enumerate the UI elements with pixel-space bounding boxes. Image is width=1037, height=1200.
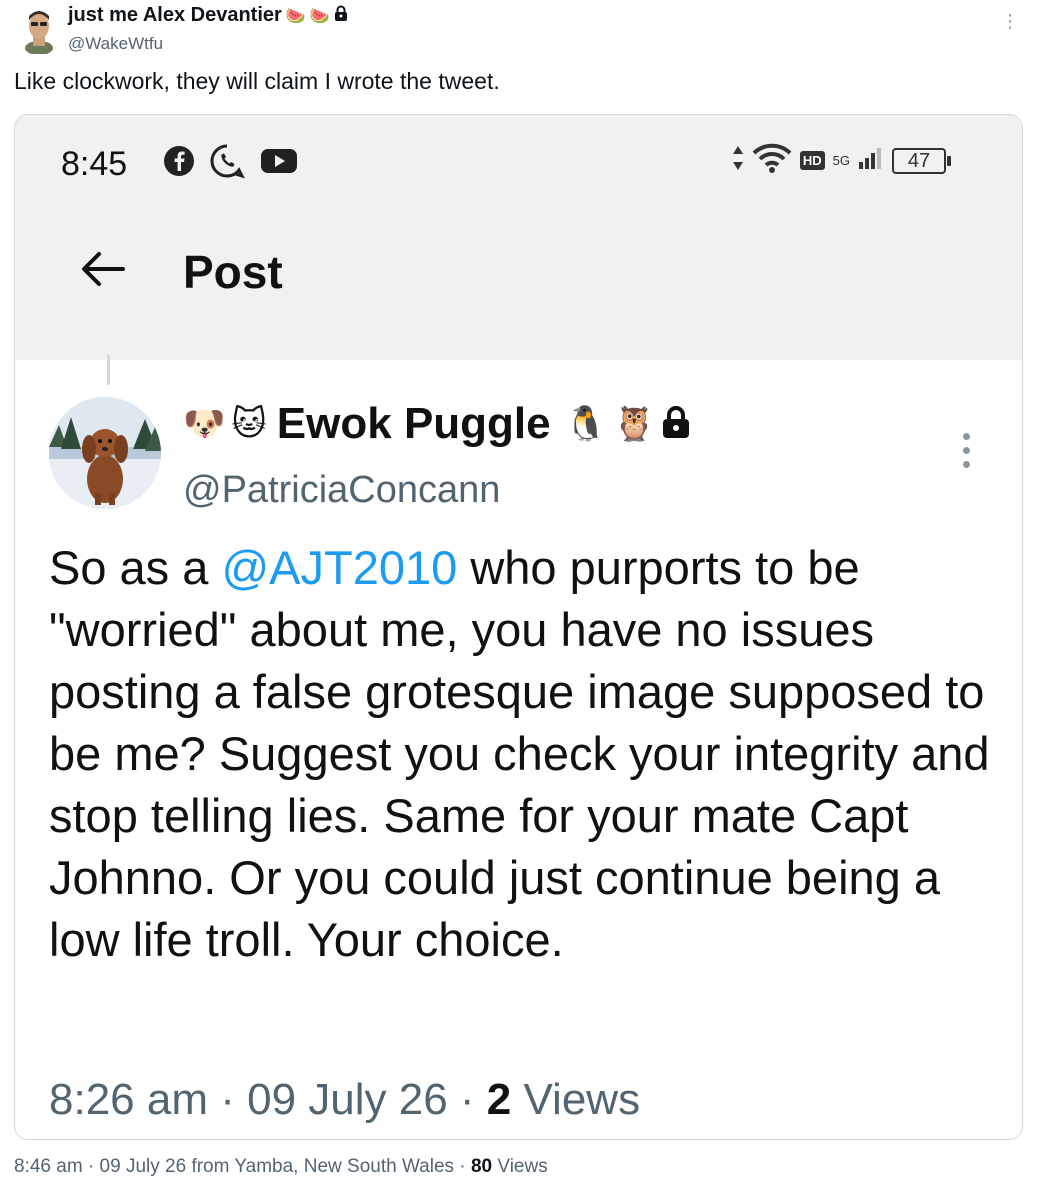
outer-tweet-meta: 8:46 am · 09 July 26 from Yamba, New Sou… [14,1156,548,1177]
penguin-icon: 🐧 [564,404,607,444]
inner-name-row[interactable]: 🐶 🐱 Ewok Puggle 🐧 🦉 [183,399,691,449]
tweet-text-part: So as a [49,541,222,594]
data-arrows-icon [732,144,744,177]
mention-link[interactable]: @AJT2010 [221,541,457,594]
dog-face-icon: 🐶 [183,404,226,444]
watermelon-icon: 🍉 [309,6,330,25]
battery-indicator: 47 [892,147,951,174]
inner-display-name[interactable]: Ewok Puggle [277,399,551,449]
more-options-icon[interactable]: ⋮ [1001,12,1019,30]
inner-tweet-meta: 8:26 am · 09 July 26 · 2 Views [49,1075,641,1124]
inner-tweet-text: So as a @AJT2010 who purports to be "wor… [49,537,999,971]
outer-date[interactable]: 09 July 26 [100,1156,187,1177]
lock-icon [334,5,348,26]
inner-views-label: Views [523,1075,641,1124]
outer-tweet-text: Like clockwork, they will claim I wrote … [14,68,500,94]
outer-handle[interactable]: @WakeWtfu [68,34,163,54]
signal-icon [858,146,884,175]
whatsapp-icon [209,143,245,184]
status-bar-time: 8:45 [61,145,128,183]
lock-icon [661,405,691,444]
facebook-icon [163,145,195,182]
youtube-icon [259,146,299,181]
inner-date: 09 July 26 [247,1075,448,1124]
outer-avatar[interactable] [18,6,60,55]
inner-avatar[interactable] [49,397,161,509]
status-bar-app-icons [163,143,299,184]
outer-time[interactable]: 8:46 am [14,1156,83,1177]
tweet-text-part: who purports to be "worried" about me, y… [49,541,990,966]
inner-views-count: 2 [486,1075,512,1124]
outer-views-count: 80 [470,1156,493,1177]
hd-badge: HD [799,151,825,170]
thread-line [107,355,110,385]
back-arrow-icon[interactable] [75,249,131,294]
outer-name-row[interactable]: just me Alex Devantier 🍉 🍉 [68,4,348,27]
cat-face-icon: 🐱 [231,404,267,444]
owl-icon: 🦉 [612,404,656,444]
network-type: 5G [832,152,850,168]
page-title: Post [183,246,283,298]
screenshot-image[interactable]: 8:45 HD 5G 47 Post 🐶 🐱 Ewok Puggle 🐧 🦉 @… [14,114,1023,1140]
watermelon-icon: 🍉 [285,6,306,25]
outer-views-label: Views [497,1156,548,1177]
inner-handle[interactable]: @PatriciaConcann [183,469,500,512]
outer-location: from Yamba, New South Wales [191,1156,455,1177]
status-bar-indicators: HD 5G 47 [732,143,951,178]
inner-time: 8:26 am [49,1075,208,1124]
wifi-icon [752,143,792,178]
outer-display-name[interactable]: just me Alex Devantier [68,4,282,27]
more-options-icon[interactable] [963,433,970,468]
